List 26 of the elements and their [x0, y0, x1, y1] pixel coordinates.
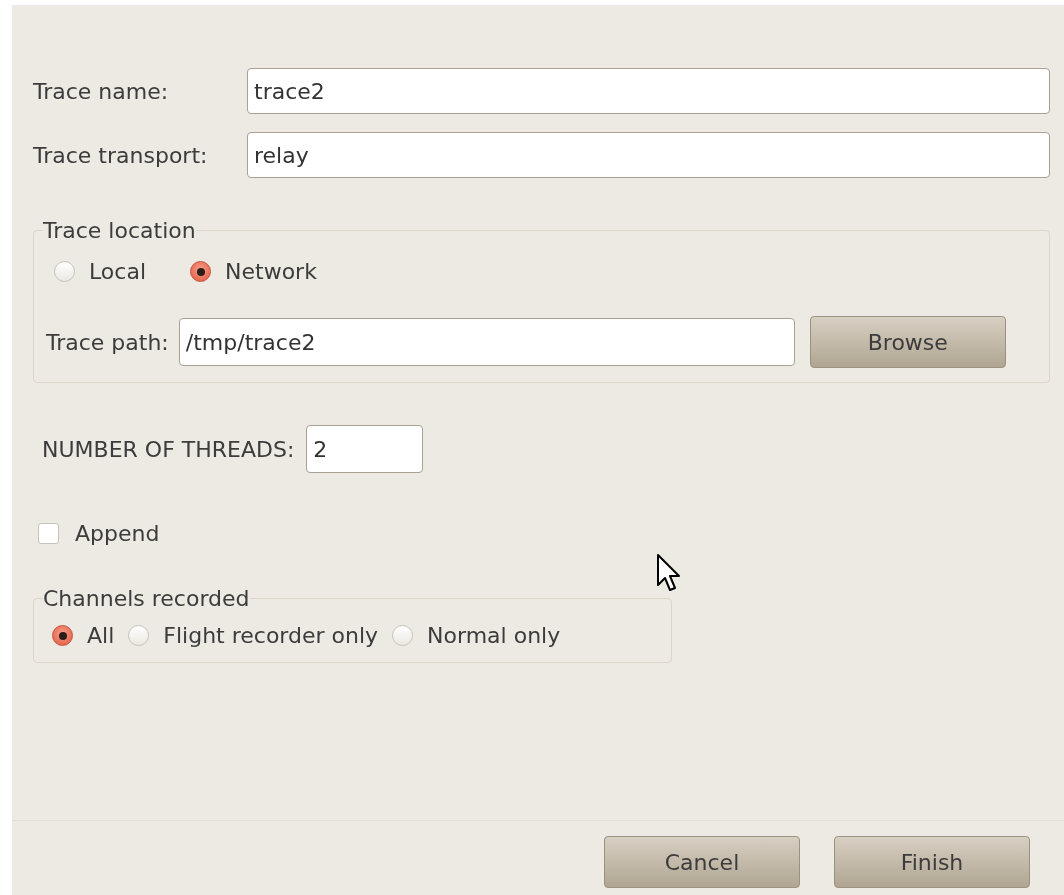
field-label: Trace name: [33, 78, 170, 104]
finish-button[interactable]: Finish [834, 836, 1030, 888]
mouse-pointer-icon [656, 553, 682, 593]
radio-button[interactable] [190, 261, 212, 282]
text-field[interactable]: relay [247, 132, 1050, 178]
radio-option[interactable]: Network [190, 259, 317, 284]
browse-button[interactable]: Browse [809, 316, 1006, 368]
group-title: Trace location [43, 218, 196, 243]
field-label: Trace path: [46, 329, 169, 355]
radio-option[interactable]: All [52, 623, 115, 648]
text-field[interactable]: trace2 [247, 68, 1050, 114]
radio-button[interactable] [128, 625, 150, 646]
field-label: Trace transport: [33, 142, 209, 168]
radio-option[interactable]: Normal only [392, 623, 561, 648]
checkbox[interactable] [38, 523, 59, 544]
radio-option[interactable]: Local [54, 259, 147, 284]
radio-button[interactable] [54, 261, 75, 282]
radio-button[interactable] [392, 625, 414, 646]
path-field[interactable]: /tmp/trace2 [178, 318, 795, 366]
radio-option[interactable]: Flight recorder only [128, 623, 379, 648]
checkbox-label: Append [75, 521, 160, 546]
radio-button[interactable] [52, 625, 73, 646]
group-title: Channels recorded [43, 586, 250, 611]
field-label: NUMBER OF THREADS: [42, 436, 295, 462]
threads-field[interactable]: 2 [306, 425, 424, 473]
cancel-button[interactable]: Cancel [604, 836, 800, 888]
